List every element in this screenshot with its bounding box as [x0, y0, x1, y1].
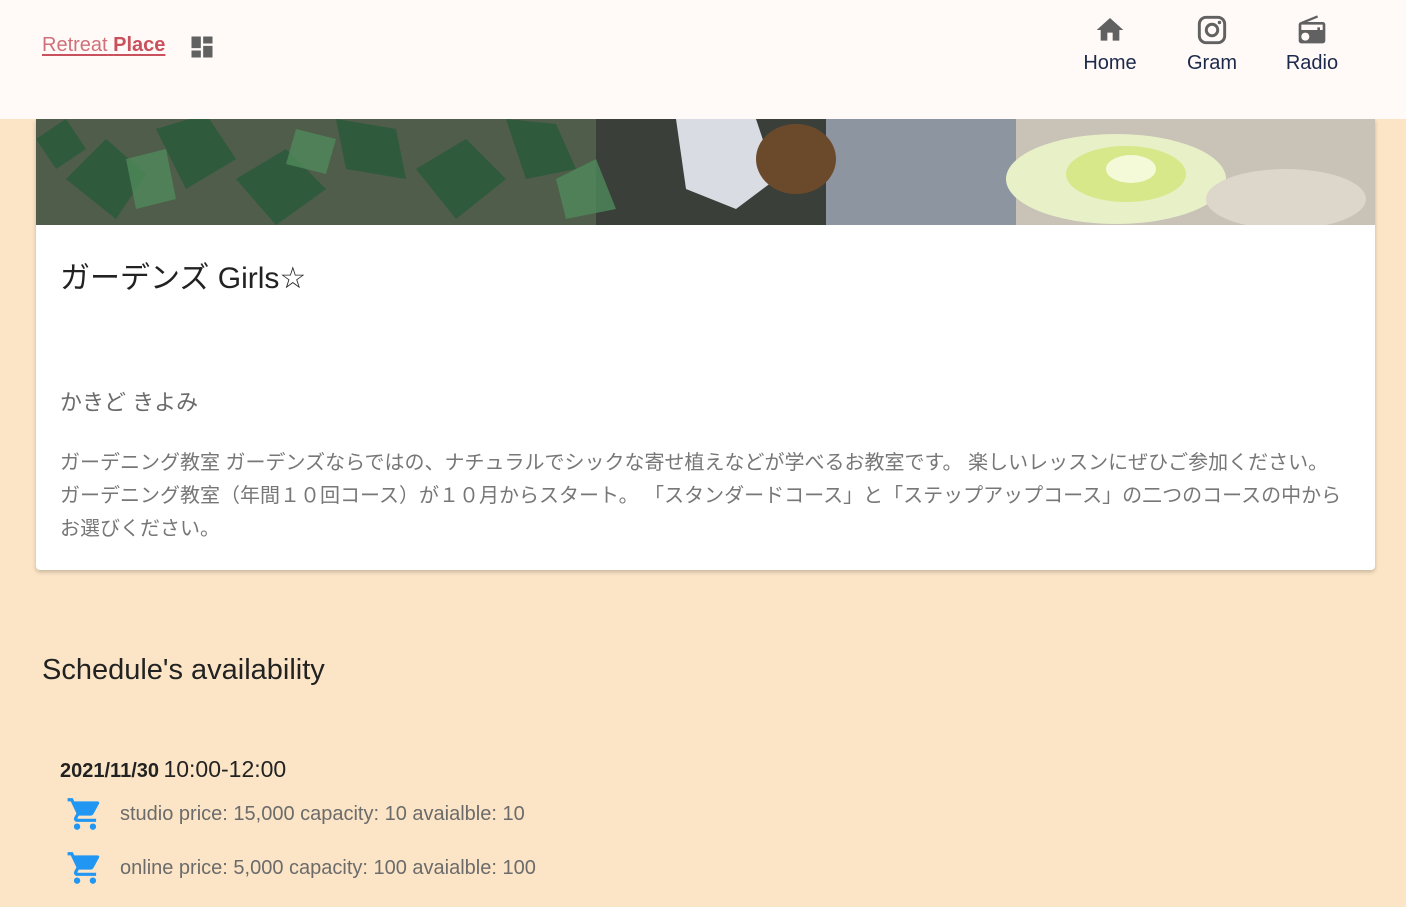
studio-option[interactable]: studio price: 15,000 capacity: 10 avaial… — [66, 796, 525, 832]
hero-image — [36, 119, 1375, 225]
brand-logo-link[interactable]: Retreat Place — [42, 34, 165, 57]
class-title: ガーデンズ Girls☆ — [60, 262, 307, 295]
top-app-bar: Retreat Place Home Gram Radio — [0, 0, 1406, 119]
slot-time: 10:00-12:00 — [163, 756, 287, 782]
online-option[interactable]: online price: 5,000 capacity: 100 avaial… — [66, 850, 536, 886]
instructor-name: かきど きよみ — [60, 390, 199, 415]
cart-icon[interactable] — [66, 795, 104, 833]
nav-gram-label: Gram — [1187, 52, 1237, 74]
cart-icon[interactable] — [66, 849, 104, 887]
dashboard-icon[interactable] — [188, 33, 216, 61]
nav-home[interactable]: Home — [1065, 14, 1155, 75]
class-card: ガーデンズ Girls☆ かきど きよみ ガーデニング教室 ガーデンズならではの… — [36, 119, 1375, 570]
brand-light-text: Retreat — [42, 34, 108, 56]
schedule-slot: 2021/11/30 10:00-12:00 — [60, 756, 286, 783]
home-icon — [1096, 18, 1124, 41]
nav-home-label: Home — [1083, 52, 1137, 74]
online-option-text: online price: 5,000 capacity: 100 avaial… — [120, 856, 536, 879]
nav-radio-label: Radio — [1285, 52, 1339, 74]
nav-radio[interactable]: Radio — [1267, 14, 1357, 75]
class-description: ガーデニング教室 ガーデンズならではの、ナチュラルでシックな寄せ植えなどが学べる… — [60, 452, 1342, 540]
slot-date: 2021/11/30 — [60, 760, 159, 782]
radio-icon — [1298, 15, 1326, 44]
nav-gram[interactable]: Gram — [1167, 14, 1257, 75]
schedule-heading: Schedule's availability — [42, 654, 325, 686]
brand-bold-text: Place — [113, 34, 166, 56]
studio-option-text: studio price: 15,000 capacity: 10 avaial… — [120, 802, 525, 825]
instagram-icon — [1197, 15, 1227, 45]
